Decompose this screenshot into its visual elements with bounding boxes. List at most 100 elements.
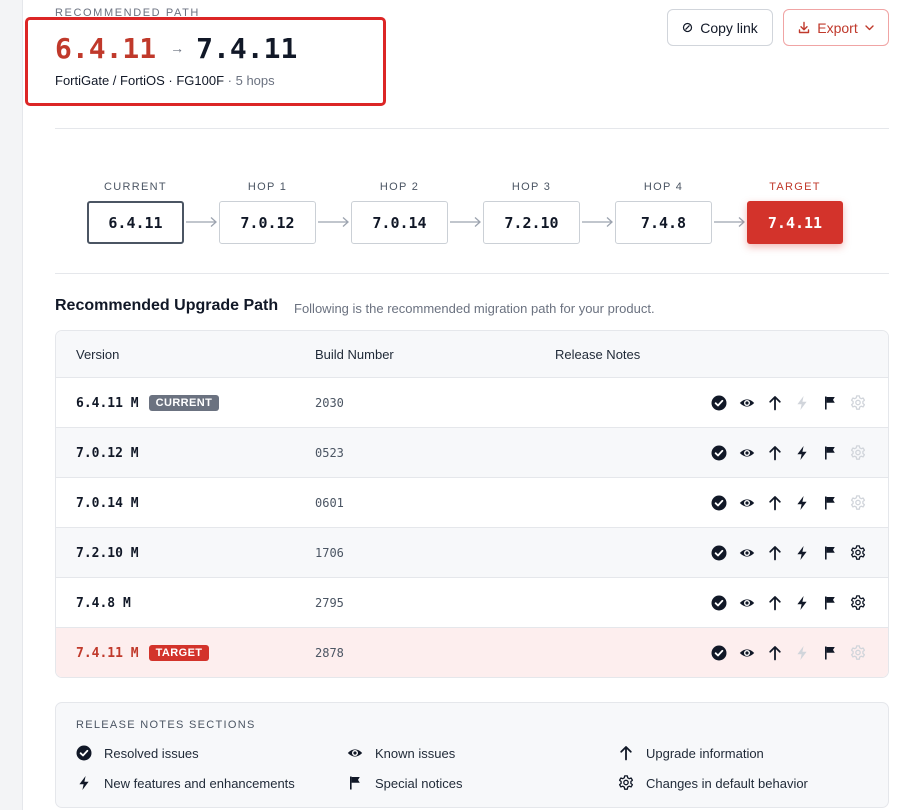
arrow-up-icon[interactable] — [767, 645, 783, 661]
hop-version-box[interactable]: 7.4.8 — [615, 201, 712, 244]
flag-icon[interactable] — [822, 395, 838, 411]
table-row[interactable]: 7.4.11 M TARGET 2878 — [56, 628, 888, 677]
table-body: 6.4.11 M CURRENT 2030 7.0.12 M 0523 7.0.14 M 0… — [56, 378, 888, 677]
row-version[interactable]: 7.0.12 M — [76, 428, 139, 478]
copy-link-label: Copy link — [700, 19, 758, 36]
download-icon — [799, 21, 810, 34]
row-version[interactable]: 7.2.10 M — [76, 528, 139, 578]
hop-version-box[interactable]: 7.0.12 — [219, 201, 316, 244]
release-notes-icons — [711, 495, 871, 511]
version-text: 7.4.8 M — [76, 595, 131, 611]
hop-label: HOP 4 — [643, 181, 684, 193]
legend-label: New features and enhancements — [104, 775, 295, 791]
table-row[interactable]: 7.0.14 M 0601 — [56, 478, 888, 528]
arrow-right-icon — [186, 217, 217, 227]
hop-version-box[interactable]: 6.4.11 — [87, 201, 184, 244]
legend-label: Changes in default behavior — [646, 775, 808, 791]
row-version[interactable]: 7.4.11 M TARGET — [76, 628, 210, 677]
section-subtitle: Following is the recommended migration p… — [294, 301, 655, 316]
bolt-icon[interactable] — [794, 545, 810, 561]
row-version[interactable]: 6.4.11 M CURRENT — [76, 378, 220, 428]
eye-icon[interactable] — [739, 545, 755, 561]
target-badge: TARGET — [148, 645, 210, 661]
gear-icon[interactable] — [850, 545, 866, 561]
gear-icon — [850, 495, 866, 510]
check-circle-icon — [76, 745, 92, 761]
hop-step-target: TARGET 7.4.11 — [747, 180, 843, 244]
highlight-box — [25, 17, 386, 106]
check-circle-icon[interactable] — [711, 595, 727, 611]
row-build-number: 2030 — [315, 396, 344, 410]
hop-version-box[interactable]: 7.4.11 — [747, 201, 843, 244]
arrow-up-icon[interactable] — [767, 595, 783, 611]
legend-item: Changes in default behavior — [618, 775, 808, 791]
row-version[interactable]: 7.0.14 M — [76, 478, 139, 528]
bolt-icon[interactable] — [794, 595, 810, 611]
legend-item: Special notices — [347, 775, 462, 791]
bolt-icon[interactable] — [794, 495, 810, 511]
arrow-up-icon[interactable] — [767, 445, 783, 461]
check-circle-icon[interactable] — [711, 495, 727, 511]
release-notes-icons — [711, 545, 871, 561]
arrow-up-icon[interactable] — [767, 495, 783, 511]
legend-item: Known issues — [347, 745, 455, 761]
column-header-version: Version — [76, 347, 120, 362]
hop-version-box[interactable]: 7.2.10 — [483, 201, 580, 244]
bolt-icon — [79, 776, 89, 790]
release-notes-icons — [711, 595, 871, 611]
column-header-notes: Release Notes — [555, 347, 641, 362]
hop-label: CURRENT — [104, 181, 167, 193]
flag-icon[interactable] — [822, 445, 838, 461]
flag-icon[interactable] — [822, 495, 838, 511]
release-notes-icons — [711, 395, 871, 411]
release-notes-icons — [711, 645, 871, 661]
table-row[interactable]: 7.2.10 M 1706 — [56, 528, 888, 578]
eye-icon[interactable] — [739, 645, 755, 661]
copy-link-button[interactable]: Copy link — [667, 9, 773, 46]
eye-icon[interactable] — [739, 395, 755, 411]
eye-icon — [347, 749, 363, 757]
check-circle-icon[interactable] — [711, 395, 727, 411]
check-circle-icon[interactable] — [711, 445, 727, 461]
release-notes-legend: RELEASE NOTES SECTIONS Resolved issues K… — [55, 702, 889, 808]
version-text: 7.0.14 M — [76, 495, 139, 511]
arrow-up-icon[interactable] — [767, 395, 783, 411]
row-build-number: 2878 — [315, 646, 344, 660]
eye-icon[interactable] — [739, 595, 755, 611]
hop-step-2: HOP 2 7.0.14 — [351, 180, 448, 244]
arrow-right-icon — [714, 217, 745, 227]
arrow-right-icon — [582, 217, 613, 227]
legend-item: Upgrade information — [618, 745, 764, 761]
export-button[interactable]: Export — [783, 9, 889, 46]
chevron-down-icon — [865, 24, 874, 30]
bolt-icon[interactable] — [794, 445, 810, 461]
arrow-right-icon — [318, 217, 349, 227]
hop-version-box[interactable]: 7.0.14 — [351, 201, 448, 244]
eye-icon[interactable] — [739, 495, 755, 511]
flag-icon[interactable] — [822, 595, 838, 611]
column-header-build: Build Number — [315, 347, 394, 362]
arrow-right-icon — [450, 217, 481, 227]
hop-step-current: CURRENT 6.4.11 — [87, 180, 184, 244]
section-title: Recommended Upgrade Path — [55, 297, 279, 314]
version-text: 7.4.11 M — [76, 645, 139, 661]
flag-icon[interactable] — [822, 545, 838, 561]
arrow-up-icon — [620, 746, 632, 761]
hop-label: TARGET — [769, 181, 821, 193]
check-circle-icon[interactable] — [711, 645, 727, 661]
divider — [55, 128, 889, 129]
hop-step-4: HOP 4 7.4.8 — [615, 180, 712, 244]
table-row[interactable]: 6.4.11 M CURRENT 2030 — [56, 378, 888, 428]
arrow-up-icon[interactable] — [767, 545, 783, 561]
check-circle-icon[interactable] — [711, 545, 727, 561]
gear-icon[interactable] — [850, 595, 866, 611]
table-row[interactable]: 7.4.8 M 2795 — [56, 578, 888, 628]
hop-label: HOP 2 — [379, 181, 420, 193]
row-build-number: 1706 — [315, 546, 344, 560]
gear-icon — [618, 775, 634, 790]
table-header: Version Build Number Release Notes — [56, 331, 888, 378]
row-version[interactable]: 7.4.8 M — [76, 578, 131, 628]
eye-icon[interactable] — [739, 445, 755, 461]
flag-icon[interactable] — [822, 645, 838, 661]
table-row[interactable]: 7.0.12 M 0523 — [56, 428, 888, 478]
